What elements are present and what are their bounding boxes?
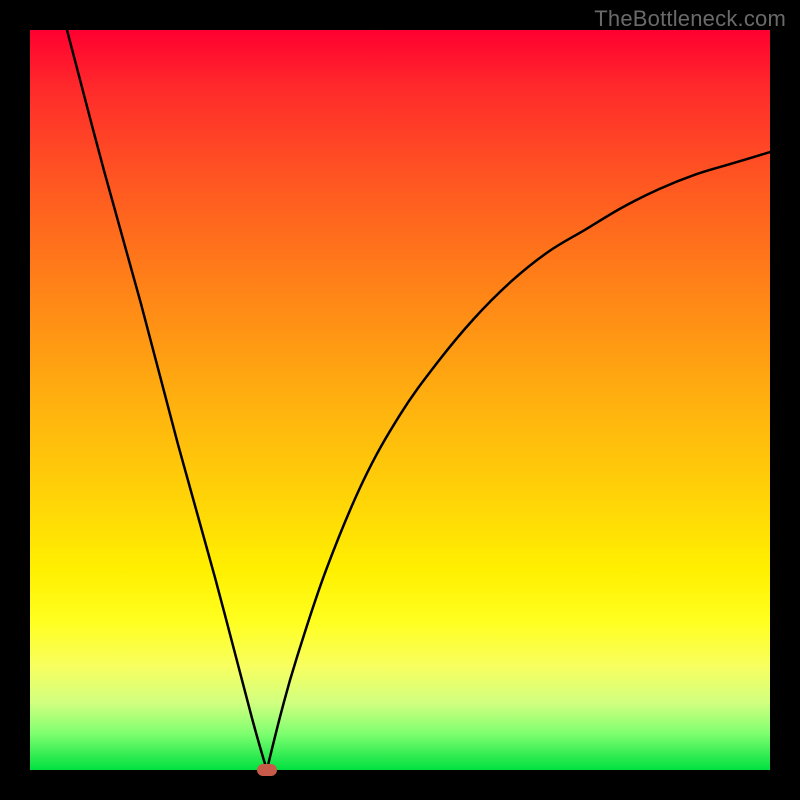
chart-frame: TheBottleneck.com (0, 0, 800, 800)
bottleneck-curve (30, 30, 770, 770)
watermark-text: TheBottleneck.com (594, 6, 786, 32)
curve-left-branch (67, 30, 267, 770)
plot-area (30, 30, 770, 770)
curve-right-branch (267, 152, 770, 770)
minimum-marker (257, 764, 277, 776)
